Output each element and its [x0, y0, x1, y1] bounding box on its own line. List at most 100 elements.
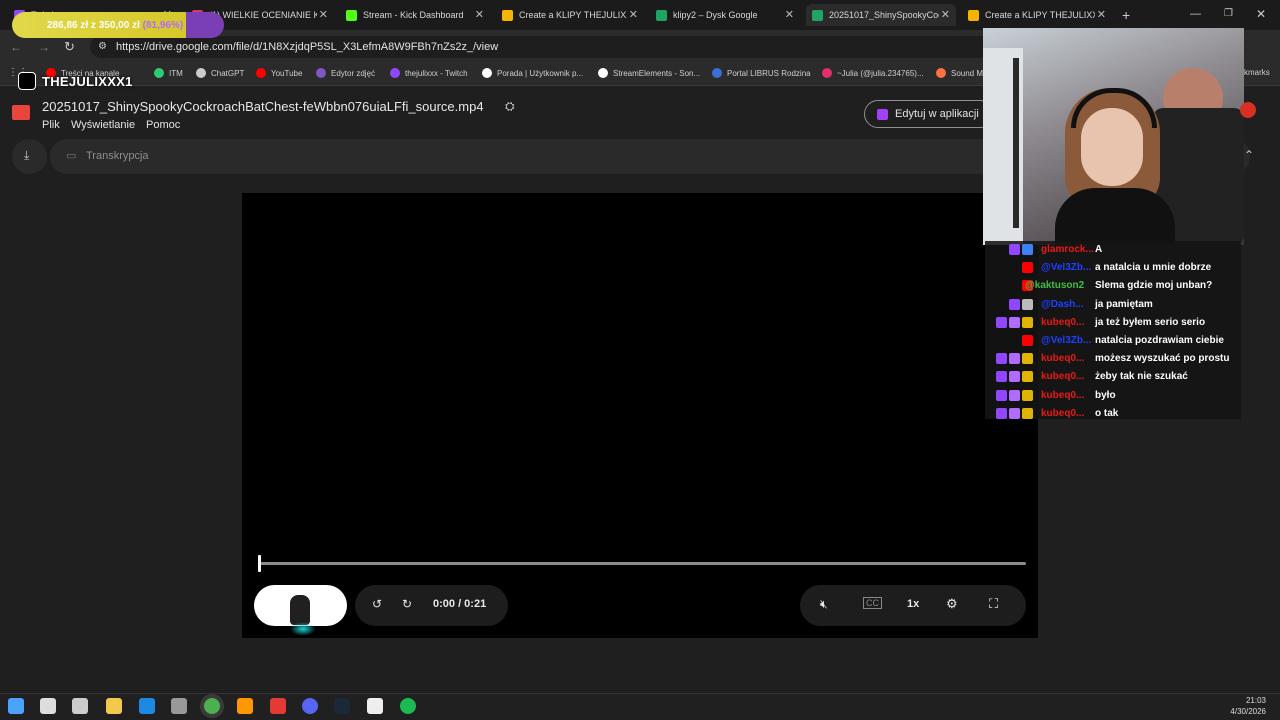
profile-avatar[interactable] — [1240, 102, 1256, 118]
chrome-icon[interactable] — [204, 698, 220, 714]
address-bar[interactable]: ⚙ https://drive.google.com/file/d/1N8Xzj… — [90, 36, 990, 58]
url-text: https://drive.google.com/file/d/1N8Xzjdq… — [116, 41, 499, 53]
discord-icon[interactable] — [302, 698, 318, 714]
maximize-icon[interactable]: ❐ — [1224, 8, 1233, 19]
steam-icon[interactable] — [334, 698, 350, 714]
chat-badge-icon — [996, 389, 1007, 401]
chat-username: kubeq0... — [1041, 371, 1085, 383]
bookmark-item[interactable]: thejulixxx - Twitch — [390, 68, 468, 78]
chat-badges — [996, 353, 1033, 365]
search-icon[interactable] — [40, 698, 56, 714]
menu-view[interactable]: Wyświetlanie — [71, 119, 135, 131]
captions-icon[interactable]: CC — [863, 597, 882, 609]
bookmark-favicon-icon — [936, 68, 946, 78]
donation-amount: 286,86 zł z 350,00 zł — [47, 20, 140, 31]
task-view-icon[interactable] — [72, 698, 88, 714]
webcam-app-icon[interactable] — [171, 698, 187, 714]
settings-icon[interactable]: ⚙ — [946, 596, 958, 612]
cursor-glow — [290, 622, 316, 636]
open-with-label: Edytuj w aplikacji — [895, 108, 979, 120]
seek-handle[interactable] — [258, 555, 261, 572]
video-player[interactable] — [242, 193, 1038, 638]
app-icon — [877, 109, 888, 120]
chevron-up-icon[interactable]: ⌃ — [1244, 148, 1254, 162]
shared-drive-icon[interactable]: ⛭ — [505, 99, 515, 114]
browser-tab[interactable]: Create a KLIPY THEJULIXXX ✕ — [496, 4, 644, 26]
tab-favicon-icon — [502, 9, 513, 21]
system-clock[interactable]: 21:03 4/30/2026 — [1230, 695, 1266, 717]
chat-badge-icon — [996, 371, 1007, 383]
speed-button[interactable]: 1x — [907, 598, 919, 610]
bookmark-favicon-icon — [316, 68, 326, 78]
bookmark-item[interactable]: ITM — [154, 68, 183, 78]
tab-close-icon[interactable]: ✕ — [941, 8, 950, 21]
bookmark-label: ITM — [169, 68, 183, 78]
tab-close-icon[interactable]: ✕ — [629, 8, 638, 21]
bookmark-item[interactable]: StreamElements - Son... — [598, 68, 700, 78]
tab-close-icon[interactable]: ✕ — [475, 8, 484, 21]
chat-username: @Dash... — [1041, 298, 1084, 310]
browser-tab[interactable]: Stream - Kick Dashboard ✕ — [340, 4, 490, 26]
browser-tab[interactable]: Create a KLIPY THEJULIXXX ✕ — [962, 4, 1112, 26]
bookmark-favicon-icon — [256, 68, 266, 78]
bookmark-item[interactable]: Portal LIBRUS Rodzina — [712, 68, 811, 78]
mute-icon[interactable]: 🔇︎ — [820, 597, 828, 612]
capcut-icon[interactable] — [367, 698, 383, 714]
forward-10-icon[interactable]: ↻ — [402, 597, 412, 611]
chat-badges — [1009, 244, 1033, 255]
menu-file[interactable]: Plik — [42, 119, 60, 131]
clock-date: 4/30/2026 — [1230, 707, 1266, 716]
chat-badge-icon — [1009, 371, 1020, 383]
bookmark-item[interactable]: Edytor zdjęć — [316, 68, 375, 78]
spotify-icon[interactable] — [400, 698, 416, 714]
close-window-icon[interactable]: ✕ — [1256, 7, 1266, 21]
windows-start-icon[interactable] — [8, 698, 24, 714]
browser-tab[interactable]: 20251017_ShinySpookyCoc ✕ — [806, 4, 956, 26]
minimize-icon[interactable]: — — [1190, 8, 1201, 20]
forward-icon[interactable]: → — [38, 40, 50, 54]
reload-icon[interactable]: ↻ — [64, 39, 75, 55]
bookmark-label: ChatGPT — [211, 68, 245, 78]
tab-close-icon[interactable]: ✕ — [319, 8, 328, 21]
all-bookmarks[interactable]: kmarks — [1244, 68, 1270, 77]
fullscreen-icon[interactable]: ⛶ — [989, 596, 998, 612]
hand-cursor-icon — [290, 595, 310, 625]
tab-close-icon[interactable]: ✕ — [785, 8, 794, 21]
bookmark-label: Portal LIBRUS Rodzina — [727, 68, 811, 78]
chat-badge-icon — [1022, 371, 1033, 383]
site-info-icon[interactable]: ⚙ — [98, 36, 107, 58]
chat-text: ja też byłem serio serio — [1095, 316, 1206, 328]
chat-text: było — [1095, 389, 1116, 401]
photo-app-icon[interactable] — [237, 698, 253, 714]
bookmark-item[interactable]: Sound M — [936, 68, 983, 78]
obs-icon[interactable] — [270, 698, 286, 714]
bookmark-item[interactable]: Porada | Użytkownik p... — [482, 68, 583, 78]
tab-label: Create a KLIPY THEJULIXXX — [985, 10, 1095, 20]
bookmark-favicon-icon — [712, 68, 722, 78]
file-explorer-icon[interactable] — [106, 698, 122, 714]
chat-badges — [996, 407, 1033, 419]
chat-message: @Dash... ja pamiętam — [985, 296, 1241, 314]
chat-text: żeby tak nie szukać — [1095, 371, 1188, 383]
download-button[interactable]: ⤓ — [12, 139, 47, 174]
browser-tab[interactable]: klipy2 – Dysk Google ✕ — [650, 4, 800, 26]
seek-bar[interactable] — [260, 562, 1026, 565]
transcript-icon: ▭ — [66, 150, 77, 162]
rewind-10-icon[interactable]: ↺ — [372, 597, 382, 611]
back-icon[interactable]: ← — [10, 40, 22, 54]
chat-text: możesz wyszukać po prostu — [1095, 353, 1230, 365]
open-with-button[interactable]: Edytuj w aplikacji — [864, 100, 994, 128]
bookmark-item[interactable]: YouTube — [256, 68, 302, 78]
mail-icon[interactable] — [139, 698, 155, 714]
download-icon: ⤓ — [24, 148, 30, 162]
playback-controls: ↺ ↻ 0:00 / 0:21 — [355, 585, 508, 626]
tab-close-icon[interactable]: ✕ — [1097, 8, 1106, 21]
bookmark-item[interactable]: ~Julia (@julia.234765)... — [822, 68, 924, 78]
bookmark-item[interactable]: ChatGPT — [196, 68, 244, 78]
chat-message: @Vel3Zb... a natalcia u mnie dobrze — [985, 259, 1241, 277]
menu-help[interactable]: Pomoc — [146, 119, 180, 131]
play-button[interactable] — [254, 585, 347, 626]
bookmark-label: YouTube — [271, 68, 303, 78]
new-tab-button[interactable]: + — [1122, 7, 1130, 23]
bookmark-favicon-icon — [482, 68, 492, 78]
